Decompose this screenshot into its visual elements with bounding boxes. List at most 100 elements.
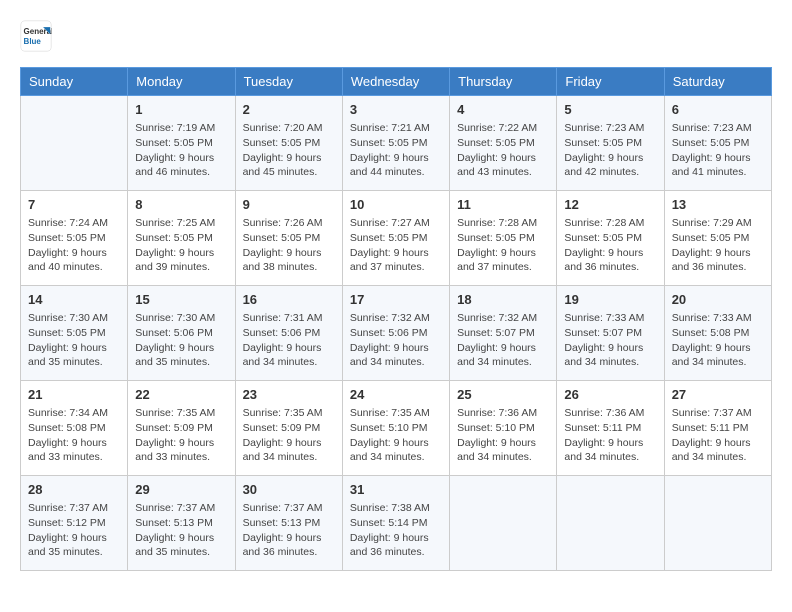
calendar-cell: 27 Sunrise: 7:37 AM Sunset: 5:11 PM Dayli… [664,381,771,476]
calendar-cell: 6 Sunrise: 7:23 AM Sunset: 5:05 PM Daylig… [664,96,771,191]
day-number: 14 [28,291,120,309]
calendar-cell: 10 Sunrise: 7:27 AM Sunset: 5:05 PM Dayli… [342,191,449,286]
calendar-cell [664,476,771,571]
cell-content: Sunrise: 7:37 AM Sunset: 5:13 PM Dayligh… [135,501,227,560]
cell-content: Sunrise: 7:30 AM Sunset: 5:05 PM Dayligh… [28,311,120,370]
cell-content: Sunrise: 7:33 AM Sunset: 5:07 PM Dayligh… [564,311,656,370]
day-number: 20 [672,291,764,309]
calendar-cell: 31 Sunrise: 7:38 AM Sunset: 5:14 PM Dayli… [342,476,449,571]
calendar-cell: 3 Sunrise: 7:21 AM Sunset: 5:05 PM Daylig… [342,96,449,191]
calendar-cell: 1Sunrise: 7:19 AM Sunset: 5:05 PM Daylig… [128,96,235,191]
cell-content: Sunrise: 7:27 AM Sunset: 5:05 PM Dayligh… [350,216,442,275]
cell-content: Sunrise: 7:38 AM Sunset: 5:14 PM Dayligh… [350,501,442,560]
cell-content: Sunrise: 7:22 AM Sunset: 5:05 PM Dayligh… [457,121,549,180]
day-number: 22 [135,386,227,404]
calendar-cell [557,476,664,571]
day-number: 21 [28,386,120,404]
cell-content: Sunrise: 7:20 AM Sunset: 5:05 PM Dayligh… [243,121,335,180]
day-number: 4 [457,101,549,119]
day-number: 30 [243,481,335,499]
calendar-cell: 28Sunrise: 7:37 AM Sunset: 5:12 PM Dayli… [21,476,128,571]
calendar-body: 1Sunrise: 7:19 AM Sunset: 5:05 PM Daylig… [21,96,772,571]
cell-content: Sunrise: 7:25 AM Sunset: 5:05 PM Dayligh… [135,216,227,275]
day-number: 10 [350,196,442,214]
calendar-cell: 25 Sunrise: 7:36 AM Sunset: 5:10 PM Dayli… [450,381,557,476]
calendar-header: SundayMondayTuesdayWednesdayThursdayFrid… [21,68,772,96]
day-number: 15 [135,291,227,309]
day-number: 13 [672,196,764,214]
day-number: 26 [564,386,656,404]
cell-content: Sunrise: 7:37 AM Sunset: 5:11 PM Dayligh… [672,406,764,465]
cell-content: Sunrise: 7:31 AM Sunset: 5:06 PM Dayligh… [243,311,335,370]
calendar-cell: 14 Sunrise: 7:30 AM Sunset: 5:05 PM Dayli… [21,286,128,381]
cell-content: Sunrise: 7:32 AM Sunset: 5:07 PM Dayligh… [457,311,549,370]
cell-content: Sunrise: 7:24 AM Sunset: 5:05 PM Dayligh… [28,216,120,275]
day-number: 17 [350,291,442,309]
day-number: 19 [564,291,656,309]
day-number: 16 [243,291,335,309]
cell-content: Sunrise: 7:35 AM Sunset: 5:09 PM Dayligh… [135,406,227,465]
cell-content: Sunrise: 7:29 AM Sunset: 5:05 PM Dayligh… [672,216,764,275]
calendar-week-row: 14 Sunrise: 7:30 AM Sunset: 5:05 PM Dayli… [21,286,772,381]
day-number: 18 [457,291,549,309]
calendar-week-row: 21 Sunrise: 7:34 AM Sunset: 5:08 PM Dayli… [21,381,772,476]
day-number: 11 [457,196,549,214]
day-number: 3 [350,101,442,119]
cell-content: Sunrise: 7:36 AM Sunset: 5:10 PM Dayligh… [457,406,549,465]
cell-content: Sunrise: 7:35 AM Sunset: 5:10 PM Dayligh… [350,406,442,465]
calendar-cell: 18 Sunrise: 7:32 AM Sunset: 5:07 PM Dayli… [450,286,557,381]
weekday-header: Sunday [21,68,128,96]
day-number: 27 [672,386,764,404]
day-number: 31 [350,481,442,499]
calendar-cell: 26 Sunrise: 7:36 AM Sunset: 5:11 PM Dayli… [557,381,664,476]
day-number: 7 [28,196,120,214]
calendar-table: SundayMondayTuesdayWednesdayThursdayFrid… [20,67,772,571]
day-number: 12 [564,196,656,214]
calendar-cell: 4 Sunrise: 7:22 AM Sunset: 5:05 PM Daylig… [450,96,557,191]
logo-icon: General Blue [20,20,52,52]
cell-content: Sunrise: 7:23 AM Sunset: 5:05 PM Dayligh… [672,121,764,180]
calendar-cell: 19 Sunrise: 7:33 AM Sunset: 5:07 PM Dayli… [557,286,664,381]
weekday-header: Tuesday [235,68,342,96]
cell-content: Sunrise: 7:35 AM Sunset: 5:09 PM Dayligh… [243,406,335,465]
cell-content: Sunrise: 7:19 AM Sunset: 5:05 PM Dayligh… [135,121,227,180]
calendar-cell [21,96,128,191]
calendar-cell: 5Sunrise: 7:23 AM Sunset: 5:05 PM Daylig… [557,96,664,191]
day-number: 24 [350,386,442,404]
calendar-cell: 13 Sunrise: 7:29 AM Sunset: 5:05 PM Dayli… [664,191,771,286]
cell-content: Sunrise: 7:34 AM Sunset: 5:08 PM Dayligh… [28,406,120,465]
cell-content: Sunrise: 7:32 AM Sunset: 5:06 PM Dayligh… [350,311,442,370]
day-number: 8 [135,196,227,214]
calendar-week-row: 7 Sunrise: 7:24 AM Sunset: 5:05 PM Daylig… [21,191,772,286]
cell-content: Sunrise: 7:26 AM Sunset: 5:05 PM Dayligh… [243,216,335,275]
day-number: 25 [457,386,549,404]
weekday-header: Wednesday [342,68,449,96]
calendar-cell: 16 Sunrise: 7:31 AM Sunset: 5:06 PM Dayli… [235,286,342,381]
calendar-cell: 7 Sunrise: 7:24 AM Sunset: 5:05 PM Daylig… [21,191,128,286]
calendar-cell: 23 Sunrise: 7:35 AM Sunset: 5:09 PM Dayli… [235,381,342,476]
day-number: 6 [672,101,764,119]
calendar-cell: 9 Sunrise: 7:26 AM Sunset: 5:05 PM Daylig… [235,191,342,286]
cell-content: Sunrise: 7:37 AM Sunset: 5:13 PM Dayligh… [243,501,335,560]
calendar-cell: 11Sunrise: 7:28 AM Sunset: 5:05 PM Dayli… [450,191,557,286]
weekday-header-row: SundayMondayTuesdayWednesdayThursdayFrid… [21,68,772,96]
calendar-cell: 8 Sunrise: 7:25 AM Sunset: 5:05 PM Daylig… [128,191,235,286]
weekday-header: Thursday [450,68,557,96]
weekday-header: Monday [128,68,235,96]
day-number: 29 [135,481,227,499]
day-number: 9 [243,196,335,214]
calendar-week-row: 1Sunrise: 7:19 AM Sunset: 5:05 PM Daylig… [21,96,772,191]
calendar-cell: 15Sunrise: 7:30 AM Sunset: 5:06 PM Dayli… [128,286,235,381]
calendar-cell: 17 Sunrise: 7:32 AM Sunset: 5:06 PM Dayli… [342,286,449,381]
day-number: 23 [243,386,335,404]
weekday-header: Saturday [664,68,771,96]
calendar-cell: 29 Sunrise: 7:37 AM Sunset: 5:13 PM Dayli… [128,476,235,571]
calendar-cell: 30 Sunrise: 7:37 AM Sunset: 5:13 PM Dayli… [235,476,342,571]
calendar-cell [450,476,557,571]
day-number: 5 [564,101,656,119]
calendar-cell: 20Sunrise: 7:33 AM Sunset: 5:08 PM Dayli… [664,286,771,381]
cell-content: Sunrise: 7:21 AM Sunset: 5:05 PM Dayligh… [350,121,442,180]
cell-content: Sunrise: 7:36 AM Sunset: 5:11 PM Dayligh… [564,406,656,465]
calendar-week-row: 28Sunrise: 7:37 AM Sunset: 5:12 PM Dayli… [21,476,772,571]
calendar-cell: 24 Sunrise: 7:35 AM Sunset: 5:10 PM Dayli… [342,381,449,476]
